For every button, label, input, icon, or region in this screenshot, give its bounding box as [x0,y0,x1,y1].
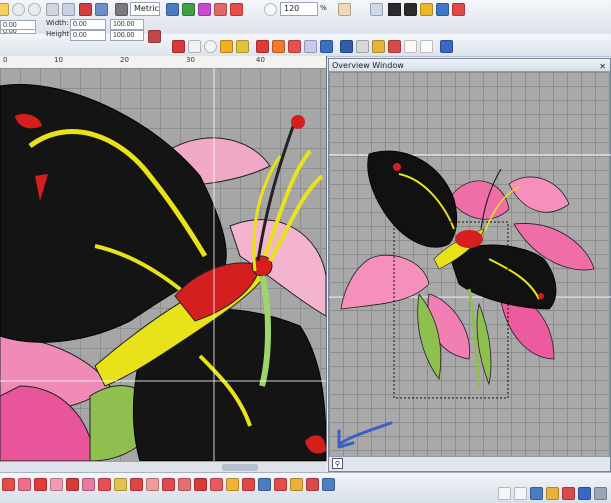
monogram-icon[interactable] [340,40,353,53]
stitch-effect-icon[interactable] [98,478,111,491]
stitch-effect-icon[interactable] [290,478,303,491]
wing-spot [538,293,544,299]
height-percent-field[interactable] [110,30,144,41]
stitch-effect-icon[interactable] [114,478,127,491]
stitch-effects-toolbar [0,472,611,503]
swatch-grid-icon[interactable] [388,40,401,53]
stitch-effect-icon[interactable] [66,478,79,491]
stitch-effect-icon[interactable] [306,478,319,491]
brush-icon[interactable] [440,40,453,53]
butterfly-thorax [455,230,483,248]
color-film-icon[interactable] [562,487,575,500]
color-sequence-icon[interactable] [420,3,433,16]
blank-icon[interactable] [404,40,417,53]
flower-icon[interactable] [272,40,285,53]
butterfly-wing [367,150,458,248]
layout-icon[interactable] [356,40,369,53]
sequence-icon[interactable] [530,487,543,500]
leaf-tool-icon[interactable] [220,40,233,53]
stitch-effect-icon[interactable] [226,478,239,491]
lock-ratio-icon[interactable] [148,30,161,43]
width-percent-field[interactable] [110,19,144,30]
width-field[interactable] [70,19,106,30]
height-field[interactable] [70,30,106,41]
stitch-effect-icon[interactable] [18,478,31,491]
zoom-unit-label: % [320,4,327,12]
show-objects-icon[interactable] [198,3,211,16]
hoop-icon[interactable] [95,3,108,16]
stitch-effect-icon[interactable] [50,478,63,491]
lily-petal [448,180,510,220]
scrollbar-thumb[interactable] [222,464,258,471]
object-toolbar: Height: [0,30,611,57]
trace-icon[interactable] [62,3,75,16]
color-icon[interactable] [79,3,92,16]
settings-icon[interactable] [594,487,607,500]
stitch-effect-icon[interactable] [194,478,207,491]
pan-icon[interactable] [338,3,351,16]
design-canvas[interactable]: 0 10 20 30 40 [0,56,327,461]
pattern-icon[interactable] [288,40,301,53]
stitch-effect-icon[interactable] [146,478,159,491]
open-icon[interactable] [0,3,9,16]
annotation-arrow [339,421,393,445]
view-design-icon[interactable] [166,3,179,16]
show-grid-icon[interactable] [230,3,243,16]
blank-outline-icon[interactable] [420,40,433,53]
color-blend-icon[interactable] [436,3,449,16]
undo-icon[interactable] [12,3,25,16]
stitch-effect-icon[interactable] [242,478,255,491]
embroidery-design [0,68,326,461]
zoom-icon[interactable]: ⚲ [332,458,343,469]
fill-icon[interactable] [236,40,249,53]
zoom-icon[interactable] [264,3,277,16]
stitch-effect-icon[interactable] [34,478,47,491]
circle-tool-icon[interactable] [204,40,217,53]
heart-icon[interactable] [256,40,269,53]
stitch-player-icon[interactable] [452,3,465,16]
stamen-tip [291,115,305,129]
lily-petal [508,176,570,213]
stitch-effect-icon[interactable] [82,478,95,491]
select-icon[interactable] [46,3,59,16]
next-icon[interactable] [404,3,417,16]
table-icon[interactable] [372,40,385,53]
overview-window: Overview Window ✕ ⚲ [328,58,611,472]
lily-petal [340,254,430,310]
stitch-effect-icon[interactable] [210,478,223,491]
overview-footer: ⚲ [329,456,610,471]
star-icon[interactable] [188,40,201,53]
height-label: Height: [46,30,72,38]
stitch-effect-icon[interactable] [258,478,271,491]
grid-fill-icon[interactable] [304,40,317,53]
tools-icon[interactable] [115,3,128,16]
stitch-effect-icon[interactable] [130,478,143,491]
remove-icon[interactable] [514,487,527,500]
stitch-effect-icon[interactable] [322,478,335,491]
show-fabric-icon[interactable] [214,3,227,16]
palette-icon[interactable] [546,487,559,500]
stitch-effect-icon[interactable] [2,478,15,491]
stitch-effect-icon[interactable] [162,478,175,491]
butterfly-wing [448,244,557,310]
zoom-input[interactable]: 120 [280,2,318,16]
wand-icon[interactable] [370,3,383,16]
wing-spot [393,163,401,171]
overview-thumbnail [329,150,611,449]
applique-icon[interactable] [320,40,333,53]
show-stitches-icon[interactable] [182,3,195,16]
freehand-icon[interactable] [172,40,185,53]
add-icon[interactable] [498,487,511,500]
stitch-effect-icon[interactable] [274,478,287,491]
library-icon[interactable] [578,487,591,500]
width-label: Width: [46,19,69,27]
stitch-effect-icon[interactable] [178,478,191,491]
units-select[interactable]: Metric [130,2,160,16]
redo-icon[interactable] [28,3,41,16]
prev-icon[interactable] [388,3,401,16]
